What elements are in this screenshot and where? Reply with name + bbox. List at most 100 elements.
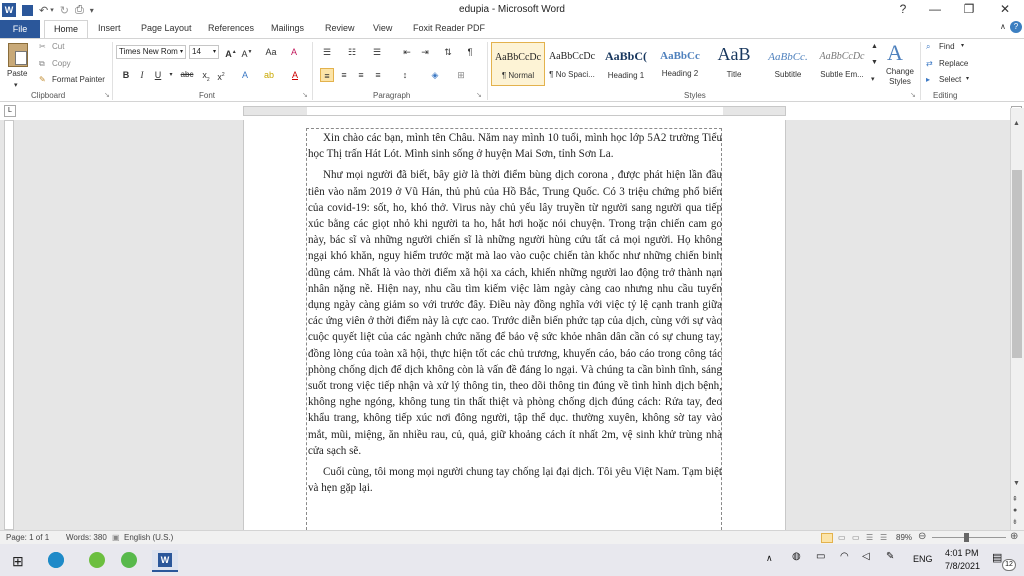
volume-icon[interactable]: ◁ [862,551,870,562]
select-icon[interactable]: ▸ [926,75,930,84]
select-button[interactable]: Select [939,75,961,84]
help-button[interactable]: ? [888,2,918,16]
help-icon[interactable]: ? [1010,21,1022,33]
line-spacing-icon[interactable]: ↕ [398,68,412,82]
next-page-icon[interactable]: ⇟ [1012,518,1018,526]
style-title[interactable]: AaB Title [707,42,761,86]
superscript-icon[interactable]: x2 [214,68,228,82]
tab-review[interactable]: Review [325,23,355,33]
zoom-in-icon[interactable]: ⊕ [1010,531,1018,542]
maximize-button[interactable]: ❐ [954,2,984,16]
scroll-up-icon[interactable]: ▲ [1013,120,1020,127]
change-styles-icon[interactable]: A [887,40,903,66]
document-paragraph[interactable]: Cuối cùng, tôi mong mọi người chung tay … [308,464,722,496]
style-heading-2[interactable]: AaBbCc Heading 2 [653,42,707,86]
camera-icon[interactable]: ◍ [792,551,801,562]
wifi-icon[interactable]: ◠ [840,551,849,562]
full-screen-reading-icon[interactable]: ▭ [838,533,846,542]
battery-icon[interactable]: ▭ [816,551,825,562]
borders-icon[interactable]: ⊞ [454,68,468,82]
tab-foxit-reader-pdf[interactable]: Foxit Reader PDF [413,23,485,33]
zoom-level[interactable]: 89% [896,533,912,542]
replace-icon[interactable]: ⇄ [926,59,933,68]
format-painter-icon[interactable]: ✎ [39,75,46,84]
copy-button[interactable]: Copy [52,59,71,68]
clipboard-launcher-icon[interactable]: ↘ [104,91,110,99]
copy-icon[interactable]: ⧉ [39,59,45,69]
draft-icon[interactable]: ☰ [880,533,887,542]
increase-indent-icon[interactable]: ⇥ [418,45,432,59]
style-no-spacing[interactable]: AaBbCcDc ¶ No Spaci... [545,42,599,86]
font-size-combo[interactable]: 14 ▾ [189,45,219,59]
styles-more-icon[interactable]: ▾ [871,75,875,83]
styles-scroll-up-icon[interactable]: ▲ [871,43,878,50]
style-subtle-emphasis[interactable]: AaBbCcDc Subtle Em... [815,42,869,86]
font-color-icon[interactable]: A [288,68,302,82]
chevron-down-icon[interactable]: ▾ [966,75,969,82]
format-painter-button[interactable]: Format Painter [52,75,105,84]
horizontal-ruler[interactable] [243,106,786,116]
document-paragraph[interactable]: Xin chào các bạn, mình tên Châu. Năm nay… [308,130,722,162]
tab-home[interactable]: Home [44,20,88,39]
browse-object-icon[interactable]: ● [1013,507,1017,514]
print-layout-icon[interactable] [821,533,833,543]
show-formatting-marks-icon[interactable]: ¶ [463,45,477,59]
numbering-icon[interactable]: ☷ [345,45,359,59]
edge-browser-icon[interactable] [48,552,64,568]
show-hidden-icons-icon[interactable]: ∧ [766,553,773,564]
justify-icon[interactable]: ≡ [371,68,385,82]
highlight-icon[interactable]: ab [262,68,276,82]
align-right-icon[interactable]: ≡ [354,68,368,82]
underline-dropdown-icon[interactable]: ▾ [164,68,178,82]
cut-button[interactable]: Cut [52,42,64,51]
tab-mailings[interactable]: Mailings [271,23,304,33]
zoom-slider-thumb[interactable] [964,533,969,542]
zoom-slider[interactable] [932,537,1006,538]
clock-time[interactable]: 4:01 PM [945,548,979,558]
paste-button[interactable]: Paste [7,69,27,78]
cut-icon[interactable]: ✂ [39,42,46,51]
underline-icon[interactable]: U [151,68,165,82]
language-status[interactable]: English (U.S.) [124,533,173,542]
coccoc-browser-icon[interactable] [89,552,105,568]
sort-icon[interactable]: ⇅ [441,45,455,59]
document-body[interactable]: Xin chào các bạn, mình tên Châu. Năm nay… [308,130,722,501]
paragraph-launcher-icon[interactable]: ↘ [476,91,482,99]
tab-references[interactable]: References [208,23,254,33]
grow-font-icon[interactable]: A▲ [224,45,238,59]
tab-view[interactable]: View [373,23,392,33]
styles-launcher-icon[interactable]: ↘ [910,91,916,99]
style-subtitle[interactable]: AaBbCc. Subtitle [761,42,815,86]
styles-scroll-down-icon[interactable]: ▼ [871,59,878,66]
chevron-down-icon[interactable]: ▾ [961,42,964,49]
zoom-out-icon[interactable]: ⊖ [918,531,926,542]
document-paragraph[interactable]: Như mọi người đã biết, bây giờ là thời đ… [308,167,722,459]
align-left-icon[interactable]: ≡ [320,68,334,82]
web-layout-icon[interactable]: ▭ [852,533,860,542]
close-button[interactable]: ✕ [990,2,1020,16]
green-app-icon[interactable] [121,552,137,568]
decrease-indent-icon[interactable]: ⇤ [400,45,414,59]
find-button[interactable]: Find [939,42,955,51]
clear-formatting-icon[interactable]: A [287,45,301,59]
minimize-ribbon-icon[interactable]: ∧ [1000,22,1006,31]
word-count[interactable]: Words: 380 [66,533,107,542]
change-styles-button[interactable]: Change Styles [883,67,917,87]
bold-icon[interactable]: B [119,68,133,82]
italic-icon[interactable]: I [135,68,149,82]
vertical-ruler[interactable] [4,120,14,530]
font-launcher-icon[interactable]: ↘ [302,91,308,99]
pen-icon[interactable]: ✎ [886,551,894,562]
previous-page-icon[interactable]: ⇞ [1012,495,1018,503]
style-heading-1[interactable]: AaBbC( Heading 1 [599,42,653,86]
bullets-icon[interactable]: ☰ [320,45,334,59]
scroll-down-icon[interactable]: ▼ [1013,480,1020,487]
change-case-icon[interactable]: Aa [264,45,278,59]
shading-icon[interactable]: ◈ [428,68,442,82]
tab-page-layout[interactable]: Page Layout [141,23,192,33]
tab-file[interactable]: File [0,20,40,38]
font-name-combo[interactable]: Times New Rom ▾ [116,45,186,59]
shrink-font-icon[interactable]: A▼ [240,45,254,59]
paste-dropdown-icon[interactable]: ▾ [14,81,18,89]
scrollbar-thumb[interactable] [1012,170,1022,358]
